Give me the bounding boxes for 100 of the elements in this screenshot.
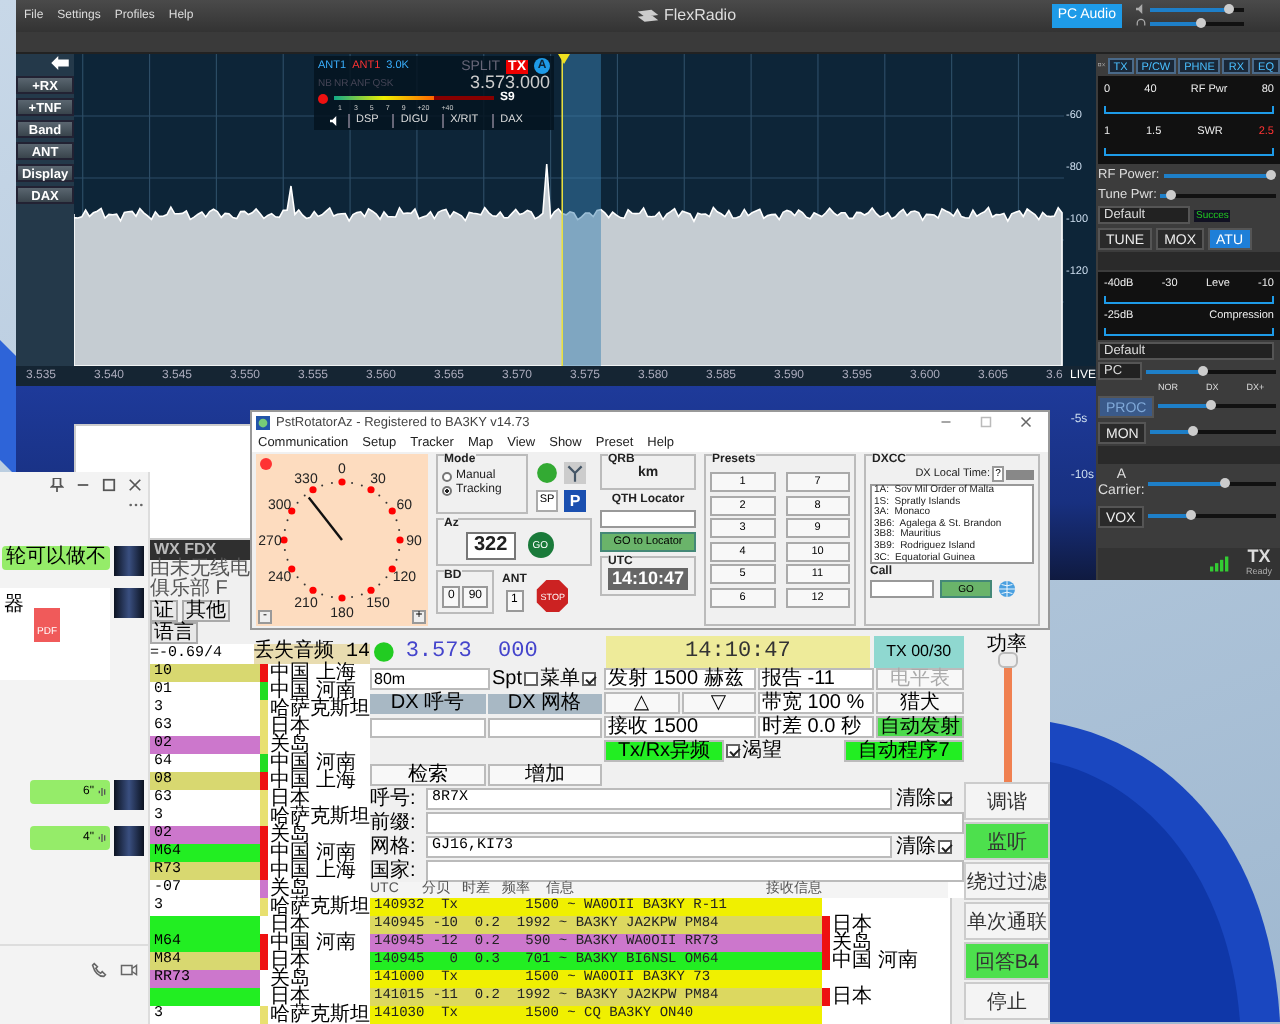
phone-icon[interactable] xyxy=(90,962,108,978)
clock-display: 14:10:47 xyxy=(606,635,870,667)
country-text: 中国 上海 xyxy=(268,664,356,682)
window-title: WX FDX xyxy=(154,540,217,558)
dock-close-icons[interactable] xyxy=(1098,60,1106,70)
dx-grid-header: DX 网格 xyxy=(487,693,602,713)
country-text: 中国 河南 xyxy=(830,952,918,970)
club-text: 由未无线电俱乐部 F xyxy=(150,558,250,600)
country-text: 日本 xyxy=(268,916,310,934)
app-icon xyxy=(256,415,270,430)
band-activity-cell[interactable] xyxy=(150,916,260,934)
audio-wave-icon xyxy=(98,832,106,844)
country-text: 日本 xyxy=(268,718,310,736)
avatar-placeholder xyxy=(114,588,144,618)
menu-checkbox[interactable]: 菜单 xyxy=(540,669,597,689)
dx-grid-field[interactable] xyxy=(487,717,602,737)
country-text: 日本 xyxy=(830,988,872,1006)
auto-tx-button[interactable]: 自动发射 xyxy=(876,716,964,738)
pin-icon[interactable] xyxy=(50,478,64,492)
dial-frequency: 3.573 000 xyxy=(405,639,540,663)
headphones-icon xyxy=(1136,18,1146,28)
tx-counter: TX 00/30 xyxy=(873,635,964,667)
park-button[interactable]: P xyxy=(564,489,586,511)
qth-locator-field[interactable] xyxy=(600,510,696,528)
band-activity-cell[interactable] xyxy=(150,988,260,1006)
search-button[interactable]: 检索 xyxy=(370,764,485,786)
utc-clock: 14:10:47 xyxy=(607,568,689,590)
record-dot-icon[interactable] xyxy=(318,93,328,103)
country-text: 日本 xyxy=(268,988,310,1006)
audio-wave-icon xyxy=(98,786,106,798)
down-button[interactable]: ▽ xyxy=(681,692,756,714)
clear-checkbox[interactable]: 清除 xyxy=(896,837,964,857)
filter-tab[interactable]: 证 xyxy=(150,600,178,622)
text-field[interactable] xyxy=(426,860,964,882)
want-checkbox[interactable]: 渴望 xyxy=(726,740,842,762)
country-text: 哈萨克斯坦 xyxy=(268,808,370,826)
control-button[interactable]: 调谐 xyxy=(964,782,1050,820)
maximize-icon[interactable] xyxy=(102,478,116,492)
power-label: 功率 xyxy=(987,636,1027,656)
country-text: 中国 上海 xyxy=(268,772,356,790)
status-led-icon xyxy=(374,641,394,661)
add-button[interactable]: 增加 xyxy=(487,764,602,786)
country-text: 中国 河南 xyxy=(268,844,356,862)
message-bubble[interactable]: 轮可以做不 xyxy=(2,546,110,570)
up-button[interactable]: △ xyxy=(604,692,679,714)
control-button[interactable]: 监听 xyxy=(964,822,1050,860)
field-label: 呼号: xyxy=(370,789,418,809)
clear-checkbox[interactable]: 清除 xyxy=(896,789,964,809)
country-text: 关岛 xyxy=(268,736,310,754)
call-field[interactable] xyxy=(870,580,934,598)
avatar-placeholder xyxy=(114,826,144,856)
avatar-placeholder xyxy=(114,780,144,810)
filter-tab[interactable]: 语言 xyxy=(150,622,198,644)
country-text: 哈萨克斯坦 xyxy=(268,898,370,916)
video-camera-icon[interactable] xyxy=(120,962,138,978)
minimize-icon[interactable] xyxy=(76,478,90,492)
arrow-left-icon[interactable] xyxy=(50,56,70,70)
control-button[interactable]: 绕过过滤 xyxy=(964,862,1050,900)
country-text: 中国 上海 xyxy=(268,862,356,880)
filter-tab[interactable]: 其他 xyxy=(182,600,230,622)
scrollbar[interactable] xyxy=(950,898,964,1024)
more-icon[interactable] xyxy=(128,502,144,508)
receive-filter-band[interactable] xyxy=(562,54,601,366)
field-label: 网格: xyxy=(370,837,418,857)
tuning-marker-line[interactable] xyxy=(561,54,563,366)
country-text: 中国 河南 xyxy=(268,934,356,952)
control-button[interactable]: 停止 xyxy=(964,982,1050,1020)
text-field[interactable] xyxy=(426,812,964,834)
country-text: 哈萨克斯坦 xyxy=(268,700,370,718)
tx-status: TX xyxy=(1247,550,1271,564)
speaker-icon[interactable] xyxy=(330,115,340,125)
slice-frequency[interactable]: 3.573.000 xyxy=(469,74,550,92)
azimuth-field[interactable]: 322 xyxy=(466,531,516,559)
app-title: FlexRadio xyxy=(664,6,737,24)
close-icon[interactable] xyxy=(1020,416,1032,429)
control-button[interactable]: 单次通联 xyxy=(964,902,1050,940)
dx-call-field[interactable] xyxy=(370,717,485,737)
hound-button[interactable]: 猎犬 xyxy=(876,692,964,714)
country-text: 关岛 xyxy=(830,934,872,952)
avatar-placeholder xyxy=(114,546,144,576)
country-text: 日本 xyxy=(268,790,310,808)
split-button[interactable]: Tx/Rx异频 xyxy=(604,740,724,762)
tx-frequency-spinbox[interactable]: 发射 1500 赫兹 xyxy=(604,668,756,690)
country-text: 哈萨克斯坦 xyxy=(268,1006,370,1024)
lost-audio-label: 丢失音频 14 xyxy=(253,644,370,664)
report-spinbox[interactable]: 报告 -11 xyxy=(758,668,874,690)
wave-logo-icon xyxy=(636,8,660,22)
time-offset-spinbox[interactable]: 时差 0.0 秒 xyxy=(758,716,874,738)
band-dropdown[interactable]: 80m xyxy=(370,668,490,690)
country-text: 关岛 xyxy=(268,880,310,898)
bandwidth-spinbox[interactable]: 带宽 100 % xyxy=(758,692,874,714)
marker-triangle-icon[interactable] xyxy=(557,54,569,64)
speaker-icon xyxy=(1136,4,1146,14)
close-icon[interactable] xyxy=(128,478,142,492)
field-label: 国家: xyxy=(370,861,418,881)
spt-checkbox[interactable]: Spt xyxy=(492,669,539,689)
auto-sequence-button[interactable]: 自动程序7 xyxy=(844,740,964,762)
rx-frequency-spinbox[interactable]: 接收 1500 xyxy=(604,716,756,738)
control-button[interactable]: 回答B4 xyxy=(964,942,1050,980)
dx-call-header: DX 呼号 xyxy=(370,693,485,713)
